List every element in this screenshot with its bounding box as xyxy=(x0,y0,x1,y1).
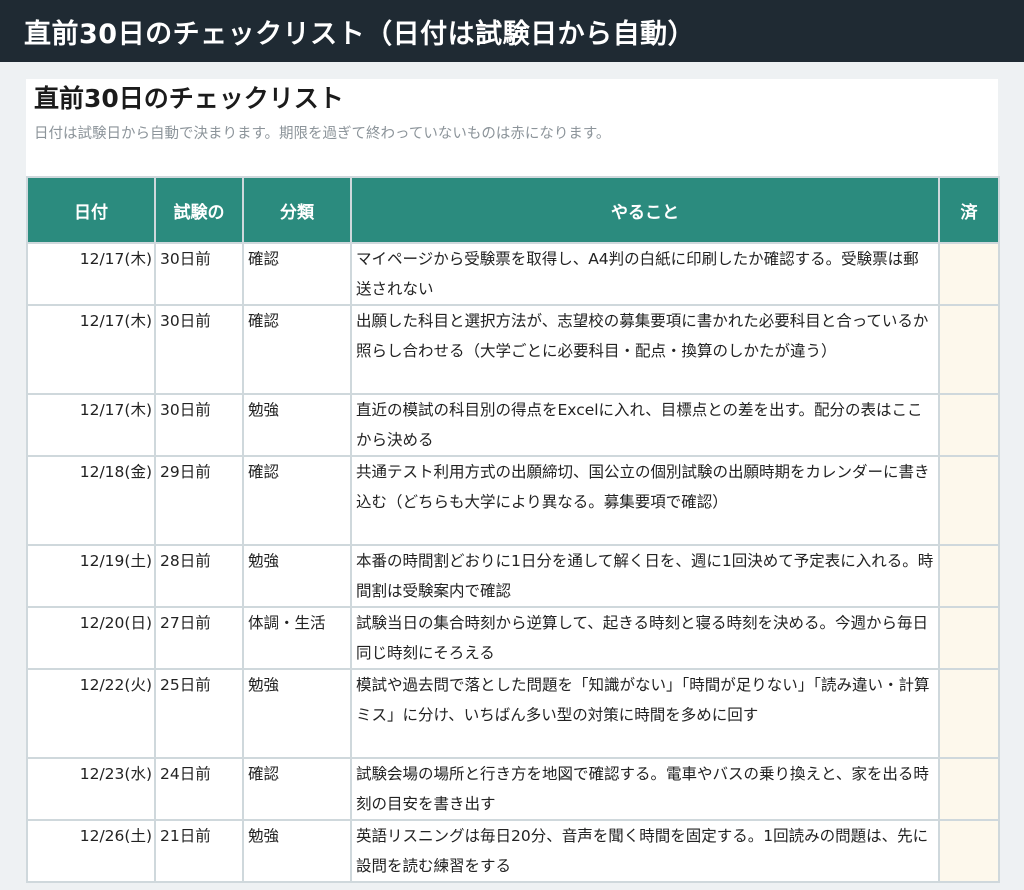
row-category: 確認 xyxy=(242,242,352,306)
row-days-before: 27日前 xyxy=(154,606,244,670)
row-days-before: 30日前 xyxy=(154,304,244,395)
checklist-table-container: 日付 試験の 分類 やること 済 12/17(木) 30日前 確認 マイページか… xyxy=(26,176,1000,883)
table-row: 12/19(土) 28日前 勉強 本番の時間割どおりに1日分を通して解く日を、週… xyxy=(26,544,1000,608)
row-done-checkbox-cell[interactable] xyxy=(938,606,1000,670)
row-category: 勉強 xyxy=(242,819,352,883)
row-task: 試験会場の場所と行き方を地図で確認する。電車やバスの乗り換えと、家を出る時刻の目… xyxy=(350,757,940,821)
row-days-before: 21日前 xyxy=(154,819,244,883)
column-header-days-before: 試験の xyxy=(154,176,244,244)
column-header-category: 分類 xyxy=(242,176,352,244)
row-date: 12/22(火) xyxy=(26,668,156,759)
intro-panel: 直前30日のチェックリスト 日付は試験日から自動で決まります。期限を過ぎて終わっ… xyxy=(26,79,998,178)
row-done-checkbox-cell[interactable] xyxy=(938,455,1000,546)
row-days-before: 30日前 xyxy=(154,393,244,457)
row-days-before: 28日前 xyxy=(154,544,244,608)
row-category: 勉強 xyxy=(242,544,352,608)
row-task: 出願した科目と選択方法が、志望校の募集要項に書かれた必要科目と合っているか照らし… xyxy=(350,304,940,395)
row-category: 確認 xyxy=(242,757,352,821)
row-done-checkbox-cell[interactable] xyxy=(938,544,1000,608)
row-task: 直近の模試の科目別の得点をExcelに入れ、目標点との差を出す。配分の表はここか… xyxy=(350,393,940,457)
column-header-task: やること xyxy=(350,176,940,244)
table-row: 12/20(日) 27日前 体調・生活 試験当日の集合時刻から逆算して、起きる時… xyxy=(26,606,1000,670)
checklist-table: 日付 試験の 分類 やること 済 12/17(木) 30日前 確認 マイページか… xyxy=(26,176,1000,883)
table-row: 12/22(火) 25日前 勉強 模試や過去問で落とした問題を「知識がない」「時… xyxy=(26,668,1000,759)
row-days-before: 24日前 xyxy=(154,757,244,821)
table-row: 12/26(土) 21日前 勉強 英語リスニングは毎日20分、音声を聞く時間を固… xyxy=(26,819,1000,883)
row-done-checkbox-cell[interactable] xyxy=(938,668,1000,759)
row-category: 勉強 xyxy=(242,668,352,759)
table-row: 12/17(木) 30日前 勉強 直近の模試の科目別の得点をExcelに入れ、目… xyxy=(26,393,1000,457)
app-title: 直前30日のチェックリスト（日付は試験日から自動） xyxy=(24,18,696,50)
table-header-row: 日付 試験の 分類 やること 済 xyxy=(26,176,1000,244)
row-date: 12/17(木) xyxy=(26,304,156,395)
row-date: 12/17(木) xyxy=(26,393,156,457)
row-task: 模試や過去問で落とした問題を「知識がない」「時間が足りない」「読み違い・計算ミス… xyxy=(350,668,940,759)
row-task: 英語リスニングは毎日20分、音声を聞く時間を固定する。1回読みの問題は、先に設問… xyxy=(350,819,940,883)
row-task: 試験当日の集合時刻から逆算して、起きる時刻と寝る時刻を決める。今週から毎日同じ時… xyxy=(350,606,940,670)
table-row: 12/17(木) 30日前 確認 マイページから受験票を取得し、A4判の白紙に印… xyxy=(26,242,1000,306)
row-category: 確認 xyxy=(242,455,352,546)
row-task: マイページから受験票を取得し、A4判の白紙に印刷したか確認する。受験票は郵送され… xyxy=(350,242,940,306)
row-done-checkbox-cell[interactable] xyxy=(938,304,1000,395)
row-category: 体調・生活 xyxy=(242,606,352,670)
page-subtitle: 日付は試験日から自動で決まります。期限を過ぎて終わっていないものは赤になります。 xyxy=(34,126,611,142)
row-date: 12/18(金) xyxy=(26,455,156,546)
row-task: 共通テスト利用方式の出願締切、国公立の個別試験の出願時期をカレンダーに書き込む（… xyxy=(350,455,940,546)
row-days-before: 29日前 xyxy=(154,455,244,546)
row-done-checkbox-cell[interactable] xyxy=(938,819,1000,883)
row-done-checkbox-cell[interactable] xyxy=(938,242,1000,306)
row-task: 本番の時間割どおりに1日分を通して解く日を、週に1回決めて予定表に入れる。時間割… xyxy=(350,544,940,608)
page-title: 直前30日のチェックリスト xyxy=(34,84,344,113)
row-category: 確認 xyxy=(242,304,352,395)
row-done-checkbox-cell[interactable] xyxy=(938,393,1000,457)
table-row: 12/18(金) 29日前 確認 共通テスト利用方式の出願締切、国公立の個別試験… xyxy=(26,455,1000,546)
app-header: 直前30日のチェックリスト（日付は試験日から自動） xyxy=(0,0,1024,62)
table-row: 12/17(木) 30日前 確認 出願した科目と選択方法が、志望校の募集要項に書… xyxy=(26,304,1000,395)
column-header-date: 日付 xyxy=(26,176,156,244)
row-date: 12/26(土) xyxy=(26,819,156,883)
table-row: 12/23(水) 24日前 確認 試験会場の場所と行き方を地図で確認する。電車や… xyxy=(26,757,1000,821)
row-days-before: 25日前 xyxy=(154,668,244,759)
column-header-done: 済 xyxy=(938,176,1000,244)
row-days-before: 30日前 xyxy=(154,242,244,306)
row-date: 12/23(水) xyxy=(26,757,156,821)
row-done-checkbox-cell[interactable] xyxy=(938,757,1000,821)
row-date: 12/17(木) xyxy=(26,242,156,306)
row-date: 12/19(土) xyxy=(26,544,156,608)
row-category: 勉強 xyxy=(242,393,352,457)
row-date: 12/20(日) xyxy=(26,606,156,670)
